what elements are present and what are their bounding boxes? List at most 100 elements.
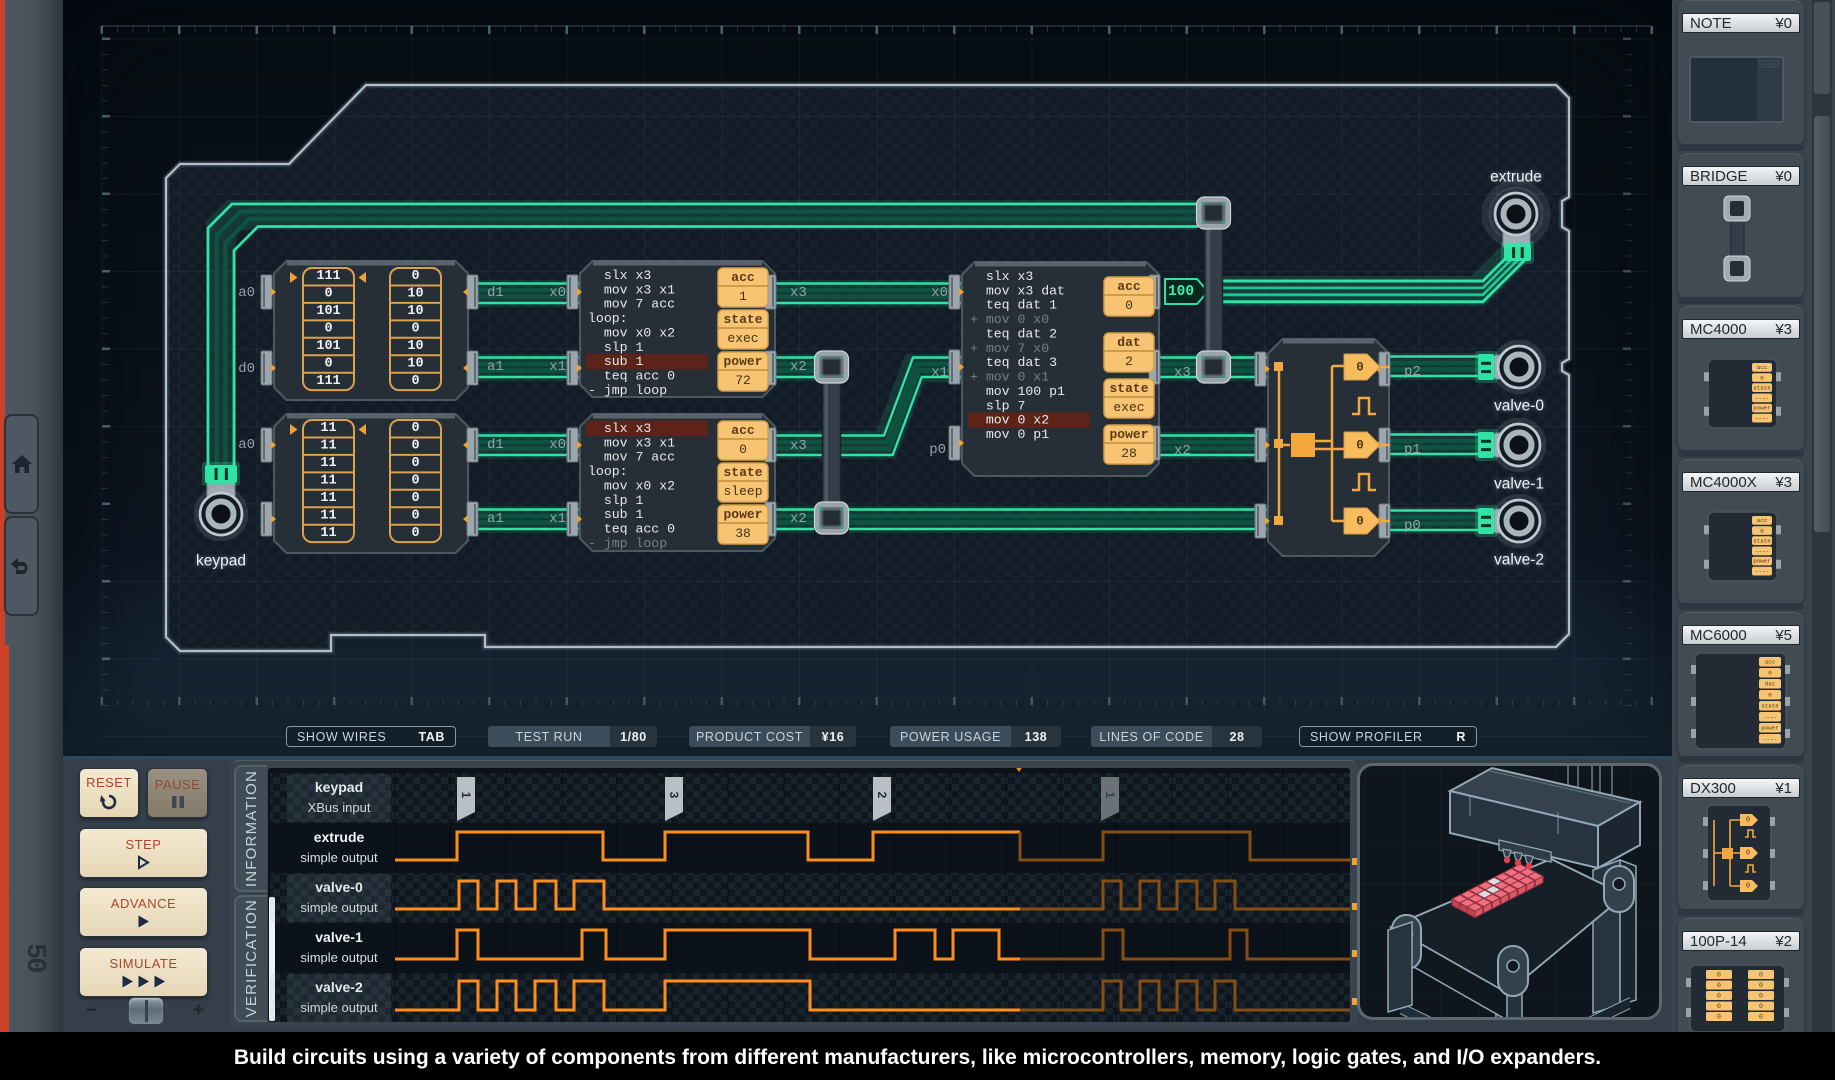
svg-text:111: 111 xyxy=(316,269,340,284)
svg-text:state: state xyxy=(1761,703,1779,710)
svg-text:1: 1 xyxy=(1103,792,1117,799)
svg-text:teq acc 0: teq acc 0 xyxy=(588,522,675,537)
svg-text:0: 0 xyxy=(1759,1003,1763,1010)
svg-text:a1: a1 xyxy=(487,511,504,527)
svg-text:p1: p1 xyxy=(1404,442,1421,458)
svg-text:x2: x2 xyxy=(790,511,807,527)
svg-text:- jmp loop: - jmp loop xyxy=(588,383,667,398)
svg-text:mov x3 x1: mov x3 x1 xyxy=(588,282,675,297)
svg-text:0: 0 xyxy=(1717,1003,1721,1010)
svg-text:x3: x3 xyxy=(790,285,807,301)
svg-text:state: state xyxy=(723,465,762,480)
svg-text:11: 11 xyxy=(320,456,336,471)
svg-text:0: 0 xyxy=(411,508,419,523)
svg-text:x0: x0 xyxy=(931,285,948,301)
svg-text:0: 0 xyxy=(1746,817,1750,825)
svg-text:p0: p0 xyxy=(1404,518,1421,534)
svg-text:11: 11 xyxy=(320,508,336,523)
svg-text:x1: x1 xyxy=(549,359,566,375)
svg-text:1: 1 xyxy=(739,289,747,304)
svg-text:d1: d1 xyxy=(487,285,504,301)
svg-text:dat: dat xyxy=(1765,681,1775,688)
svg-text:slp 7: slp 7 xyxy=(970,398,1025,413)
svg-text:100: 100 xyxy=(1168,284,1194,300)
svg-text:0: 0 xyxy=(324,287,332,302)
svg-text:p2: p2 xyxy=(1404,364,1421,380)
svg-text:0: 0 xyxy=(411,374,419,389)
svg-text:+ mov 0 x1: + mov 0 x1 xyxy=(970,370,1049,385)
svg-text:p0: p0 xyxy=(929,442,946,458)
svg-text:0: 0 xyxy=(1717,993,1721,1000)
svg-text:----: ---- xyxy=(1755,568,1769,575)
svg-text:sub 1: sub 1 xyxy=(588,507,643,522)
svg-text:+ mov 7 x0: + mov 7 x0 xyxy=(970,341,1049,356)
svg-text:0: 0 xyxy=(1356,361,1364,375)
svg-text:38: 38 xyxy=(735,526,751,541)
svg-text:acc: acc xyxy=(1765,659,1776,666)
svg-text:0: 0 xyxy=(1759,1014,1763,1021)
svg-text:10: 10 xyxy=(407,304,423,319)
svg-text:mov x0 x2: mov x0 x2 xyxy=(588,478,675,493)
svg-text:x0: x0 xyxy=(549,285,566,301)
svg-text:10: 10 xyxy=(407,287,423,302)
svg-text:teq dat 1: teq dat 1 xyxy=(970,298,1057,313)
svg-text:0: 0 xyxy=(411,474,419,489)
svg-text:valve-1: valve-1 xyxy=(1494,476,1544,493)
svg-text:acc: acc xyxy=(1117,279,1141,294)
svg-text:11: 11 xyxy=(320,491,336,506)
svg-text:0: 0 xyxy=(411,456,419,471)
svg-text:- jmp loop: - jmp loop xyxy=(588,536,667,551)
svg-text:state: state xyxy=(723,312,762,327)
svg-text:111: 111 xyxy=(316,374,340,389)
svg-text:d1: d1 xyxy=(487,437,504,453)
svg-text:power: power xyxy=(723,354,762,369)
svg-text:x2: x2 xyxy=(1174,443,1191,459)
svg-text:slp 1: slp 1 xyxy=(588,493,643,508)
svg-text:0: 0 xyxy=(1356,439,1364,453)
svg-text:0: 0 xyxy=(1746,850,1750,858)
svg-text:power: power xyxy=(1753,405,1770,412)
svg-text:101: 101 xyxy=(316,304,340,319)
svg-text:0: 0 xyxy=(1768,692,1772,699)
svg-text:1: 1 xyxy=(459,792,473,799)
svg-text:----: ---- xyxy=(1755,395,1769,402)
svg-text:state: state xyxy=(1753,384,1771,391)
svg-text:0: 0 xyxy=(1717,972,1721,979)
svg-text:0: 0 xyxy=(1717,982,1721,989)
svg-text:0: 0 xyxy=(411,421,419,436)
svg-text:mov 7 acc: mov 7 acc xyxy=(588,297,675,312)
svg-text:mov x0 x2: mov x0 x2 xyxy=(588,325,675,340)
svg-text:a1: a1 xyxy=(487,359,504,375)
svg-text:teq acc 0: teq acc 0 xyxy=(588,369,675,384)
svg-text:slp 1: slp 1 xyxy=(588,340,643,355)
svg-text:x2: x2 xyxy=(790,359,807,375)
svg-text:11: 11 xyxy=(320,421,336,436)
svg-text:x1: x1 xyxy=(549,511,566,527)
svg-text:mov 0 x2: mov 0 x2 xyxy=(970,413,1049,428)
svg-text:loop:: loop: xyxy=(588,311,628,326)
svg-text:----: ---- xyxy=(1755,415,1769,422)
svg-text:10: 10 xyxy=(407,339,423,354)
svg-text:mov 7 acc: mov 7 acc xyxy=(588,450,675,465)
svg-text:72: 72 xyxy=(735,373,751,388)
svg-text:0: 0 xyxy=(1760,374,1764,381)
svg-text:valve-2: valve-2 xyxy=(1494,552,1544,569)
svg-text:2: 2 xyxy=(875,792,889,799)
svg-text:a0: a0 xyxy=(238,437,255,453)
svg-text:mov 100 p1: mov 100 p1 xyxy=(970,384,1065,399)
svg-text:teq dat 2: teq dat 2 xyxy=(970,326,1057,341)
svg-text:valve-0: valve-0 xyxy=(1494,398,1544,415)
svg-text:0: 0 xyxy=(411,322,419,337)
svg-text:0: 0 xyxy=(1125,298,1133,313)
svg-text:0: 0 xyxy=(411,526,419,541)
svg-text:3: 3 xyxy=(667,792,681,799)
svg-text:101: 101 xyxy=(316,339,340,354)
svg-text:power: power xyxy=(1753,558,1770,565)
svg-text:acc: acc xyxy=(731,270,755,285)
svg-text:keypad: keypad xyxy=(196,553,246,570)
svg-text:11: 11 xyxy=(320,439,336,454)
svg-text:acc: acc xyxy=(1757,364,1768,371)
svg-text:sub 1: sub 1 xyxy=(588,354,643,369)
svg-text:0: 0 xyxy=(411,439,419,454)
svg-text:----: ---- xyxy=(1763,736,1777,743)
